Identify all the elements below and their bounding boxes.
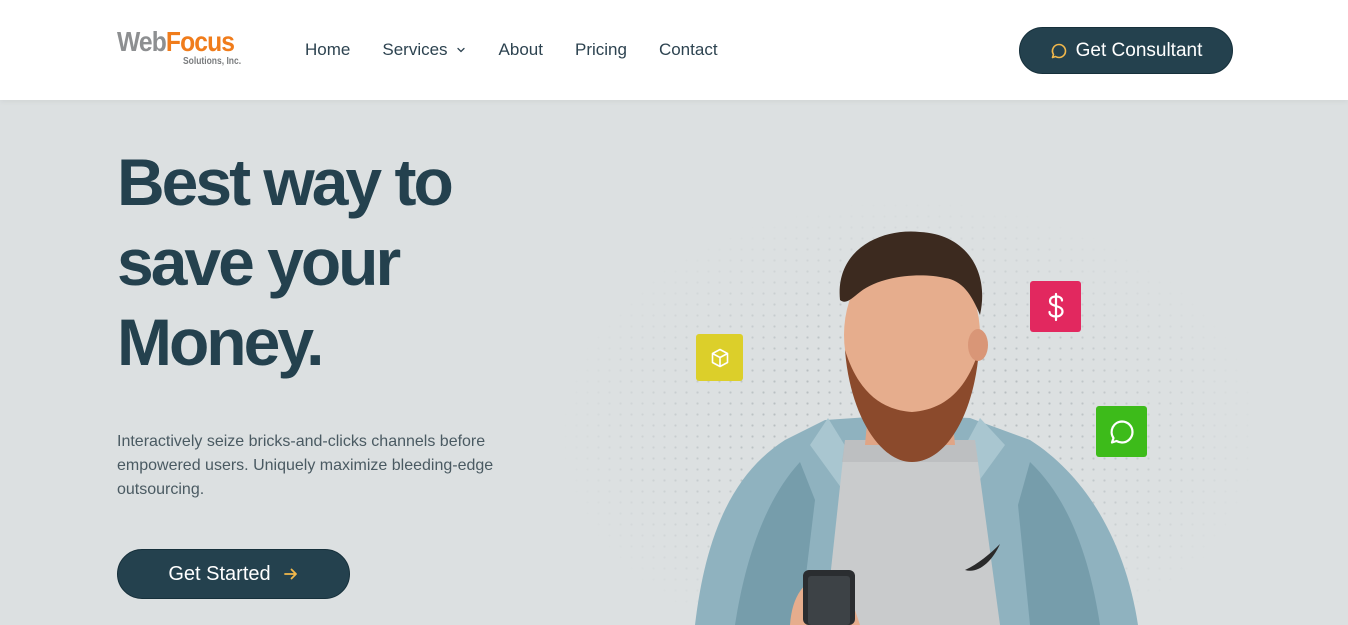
nav-item-label: About [498,40,543,59]
logo-text-primary: Web [117,26,167,57]
hero-title-line: save your [117,225,401,299]
nav-item-label: Pricing [574,40,627,59]
man-with-phone-image [695,231,1138,625]
chat-bubble-icon [1051,43,1066,58]
cube-icon [711,348,728,367]
hero-title-line: Money. [117,305,324,379]
arrow-right-icon [283,568,297,580]
main-nav: Home Services About Pricing Contact [305,39,750,61]
nav-item-contact[interactable]: Contact [659,40,718,60]
hero-title: Best way to save your Money. [117,142,587,382]
nav-item-label: Home [305,40,351,59]
logo-wordmark: WebFocus [117,26,235,58]
logo[interactable]: WebFocus Solutions, Inc. [117,26,247,70]
get-consultant-button[interactable]: Get Consultant [1019,27,1233,74]
nav-item-home[interactable]: Home [305,40,350,60]
chevron-down-icon [456,47,465,53]
nav-item-label: Contact [658,40,718,59]
get-started-button[interactable]: Get Started [117,549,350,599]
nav-item-label: Services [382,40,448,59]
chat-bubble-icon [1110,419,1134,444]
get-consultant-label: Get Consultant [1075,39,1203,61]
logo-text-accent: Focus [165,26,235,57]
nav-item-about[interactable]: About [499,40,543,60]
hero-title-line: Best way to [117,145,454,219]
dollar-badge [1030,281,1081,332]
nav-item-pricing[interactable]: Pricing [575,40,627,60]
dollar-icon [1047,292,1064,321]
get-started-label: Get Started [168,562,271,585]
hero-description: Interactively seize bricks-and-clicks ch… [117,433,494,498]
cube-badge [696,334,743,381]
logo-subtitle: Solutions, Inc. [183,56,242,67]
hero-illustration [560,200,1348,625]
nav-item-services[interactable]: Services [382,40,466,60]
chat-badge [1096,406,1147,457]
site-header: WebFocus Solutions, Inc. Home Services A… [0,0,1348,100]
